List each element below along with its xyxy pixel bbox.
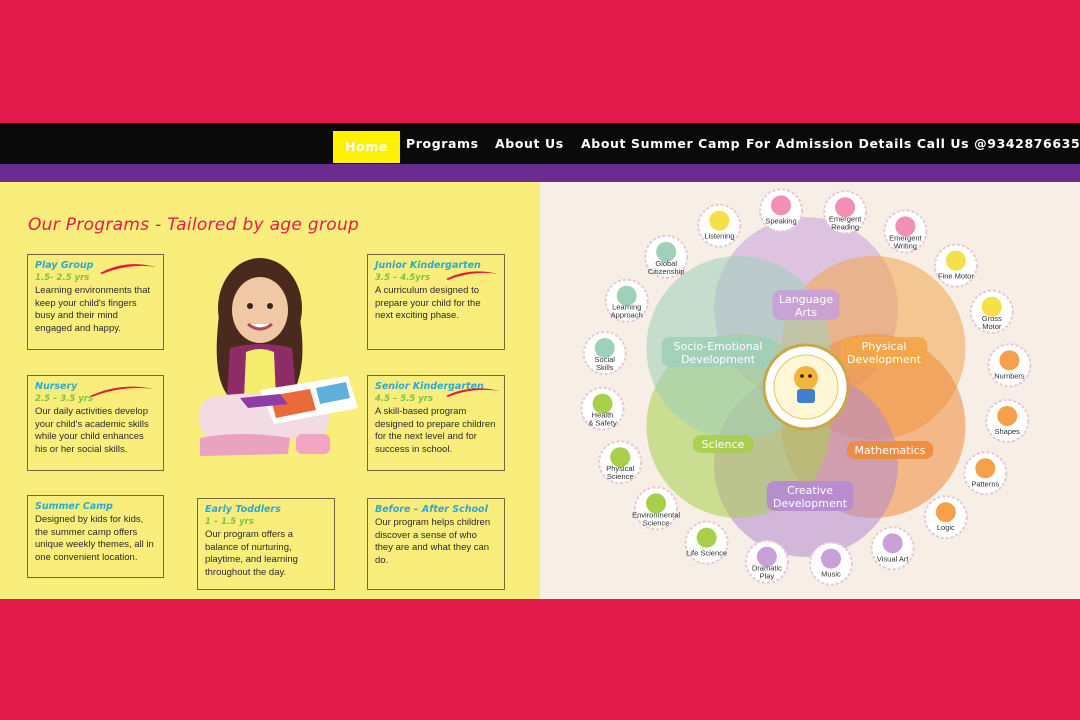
nav-admission-contact[interactable]: For Admission Details Call Us @934287663… [746, 123, 1080, 164]
curriculum-badge: Fine Motor [933, 243, 978, 288]
petal-label: Development [773, 497, 848, 510]
nav-underline-bar [0, 164, 1080, 182]
program-card-before-after-school[interactable]: Before – After School Our program helps … [367, 498, 505, 590]
curriculum-wheel: LanguageArtsPhysicalDevelopmentMathemati… [580, 188, 1032, 586]
curriculum-badge: GrossMotor [969, 289, 1014, 334]
curriculum-badge: Shapes [985, 398, 1030, 443]
badge-label: Listening [704, 232, 734, 241]
petal-label: Development [681, 353, 756, 366]
petal-label: Mathematics [855, 444, 926, 457]
curriculum-badge: PhysicalScience [598, 440, 643, 485]
curriculum-badge: LearningApproach [604, 278, 649, 323]
curriculum-badge: Health& Safety [580, 386, 625, 431]
badge-label: Writing [894, 241, 917, 250]
swoosh-decoration [90, 386, 154, 397]
nav-programs[interactable]: Programs [406, 123, 479, 164]
badge-label: Science [607, 472, 634, 481]
card-text: Our program offers a balance of nurturin… [205, 529, 298, 578]
badge-label: Skills [596, 363, 614, 372]
swoosh-decoration [446, 271, 498, 280]
programs-panel: Our Programs - Tailored by age group Pla… [0, 182, 540, 599]
card-age: 1 – 1.5 yrs [205, 517, 254, 527]
curriculum-badge: EmergentReading [823, 190, 868, 235]
nav-home[interactable]: Home [333, 131, 400, 163]
badge-label: Reading [831, 222, 859, 231]
program-card-playgroup[interactable]: Play Group 1.5- 2.5 yrs Learning environ… [27, 254, 164, 350]
curriculum-badge: Life Science [684, 520, 729, 565]
petal-label: Creative [787, 484, 833, 497]
program-card-early-toddlers[interactable]: Early Toddlers 1 – 1.5 yrs Our program o… [197, 498, 335, 590]
card-text: A curriculum designed to prepare your ch… [375, 285, 481, 322]
badge-label: Approach [611, 311, 643, 320]
badge-label: Patterns [971, 479, 999, 488]
curriculum-badge: Listening [697, 203, 742, 248]
tiger-mascot-icon [794, 366, 818, 390]
badge-label: Visual Art [877, 554, 909, 563]
badge-label: Fine Motor [938, 272, 974, 281]
program-card-summer-camp[interactable]: Summer Camp Designed by kids for kids, t… [27, 495, 164, 578]
curriculum-badge: Speaking [759, 188, 804, 233]
badge-label: Science [643, 518, 670, 527]
badge-label: Numbers [994, 371, 1025, 380]
curriculum-badge: Numbers [987, 343, 1032, 388]
nav-about-us[interactable]: About Us [495, 123, 564, 164]
badge-label: Speaking [765, 216, 796, 225]
curriculum-badge: EmergentWriting [883, 209, 928, 254]
girl-reading-illustration [198, 258, 358, 456]
card-text: Our daily activities develop your child'… [35, 406, 149, 455]
card-text: Our program helps children discover a se… [375, 517, 491, 566]
badge-label: Play [760, 572, 775, 581]
badge-label: Logic [937, 523, 955, 532]
petal-label: Physical [862, 340, 907, 353]
petal-label: Science [702, 438, 745, 451]
program-card-nursery[interactable]: Nursery 2.5 – 3.5 yrs Our daily activiti… [27, 375, 164, 471]
curriculum-badge: Logic [923, 495, 968, 540]
petal-label: Language [779, 293, 834, 306]
curriculum-badge: EnvironmentalScience [632, 486, 680, 531]
swoosh-decoration [446, 388, 500, 397]
curriculum-badge: SocialSkills [582, 331, 627, 376]
curriculum-badge: Patterns [963, 451, 1008, 496]
center-emblem [762, 343, 850, 431]
top-navbar: Home Programs About Us About Summer Camp… [0, 123, 1080, 164]
petal-label: Arts [795, 306, 817, 319]
program-card-senior-kindergarten[interactable]: Senior Kindergarten 4.5 – 5.5 yrs A skil… [367, 375, 505, 471]
badge-label: Music [821, 570, 841, 579]
card-title: Early Toddlers [205, 504, 281, 515]
badge-label: & Safety [588, 419, 617, 428]
card-title: Before – After School [375, 504, 488, 515]
badge-label: Life Science [686, 549, 727, 558]
curriculum-badge: GlobalCitizenship [644, 234, 689, 279]
card-text: Designed by kids for kids, the summer ca… [35, 514, 154, 563]
badge-label: Motor [982, 322, 1002, 331]
petal-label: Socio-Emotional [674, 340, 763, 353]
card-title: Summer Camp [35, 501, 113, 512]
curriculum-badge: Visual Art [870, 526, 915, 571]
petal-label: Development [847, 353, 922, 366]
nav-about-summer-camp[interactable]: About Summer Camp [581, 123, 740, 164]
swoosh-decoration [100, 264, 156, 274]
curriculum-badge: DramaticPlay [744, 539, 789, 584]
program-card-junior-kindergarten[interactable]: Junior Kindergarten 3.5 – 4.5yrs A curri… [367, 254, 505, 350]
card-text: Learning environments that keep your chi… [35, 285, 151, 334]
curriculum-badge: Music [808, 541, 853, 586]
programs-title: Our Programs - Tailored by age group [28, 215, 360, 235]
badge-label: Citizenship [648, 267, 685, 276]
card-text: A skill-based program designed to prepar… [375, 406, 496, 455]
curriculum-wheel-panel: Language Arts Physical Development Mathemati… [540, 182, 1080, 599]
badge-label: Shapes [995, 427, 1021, 436]
